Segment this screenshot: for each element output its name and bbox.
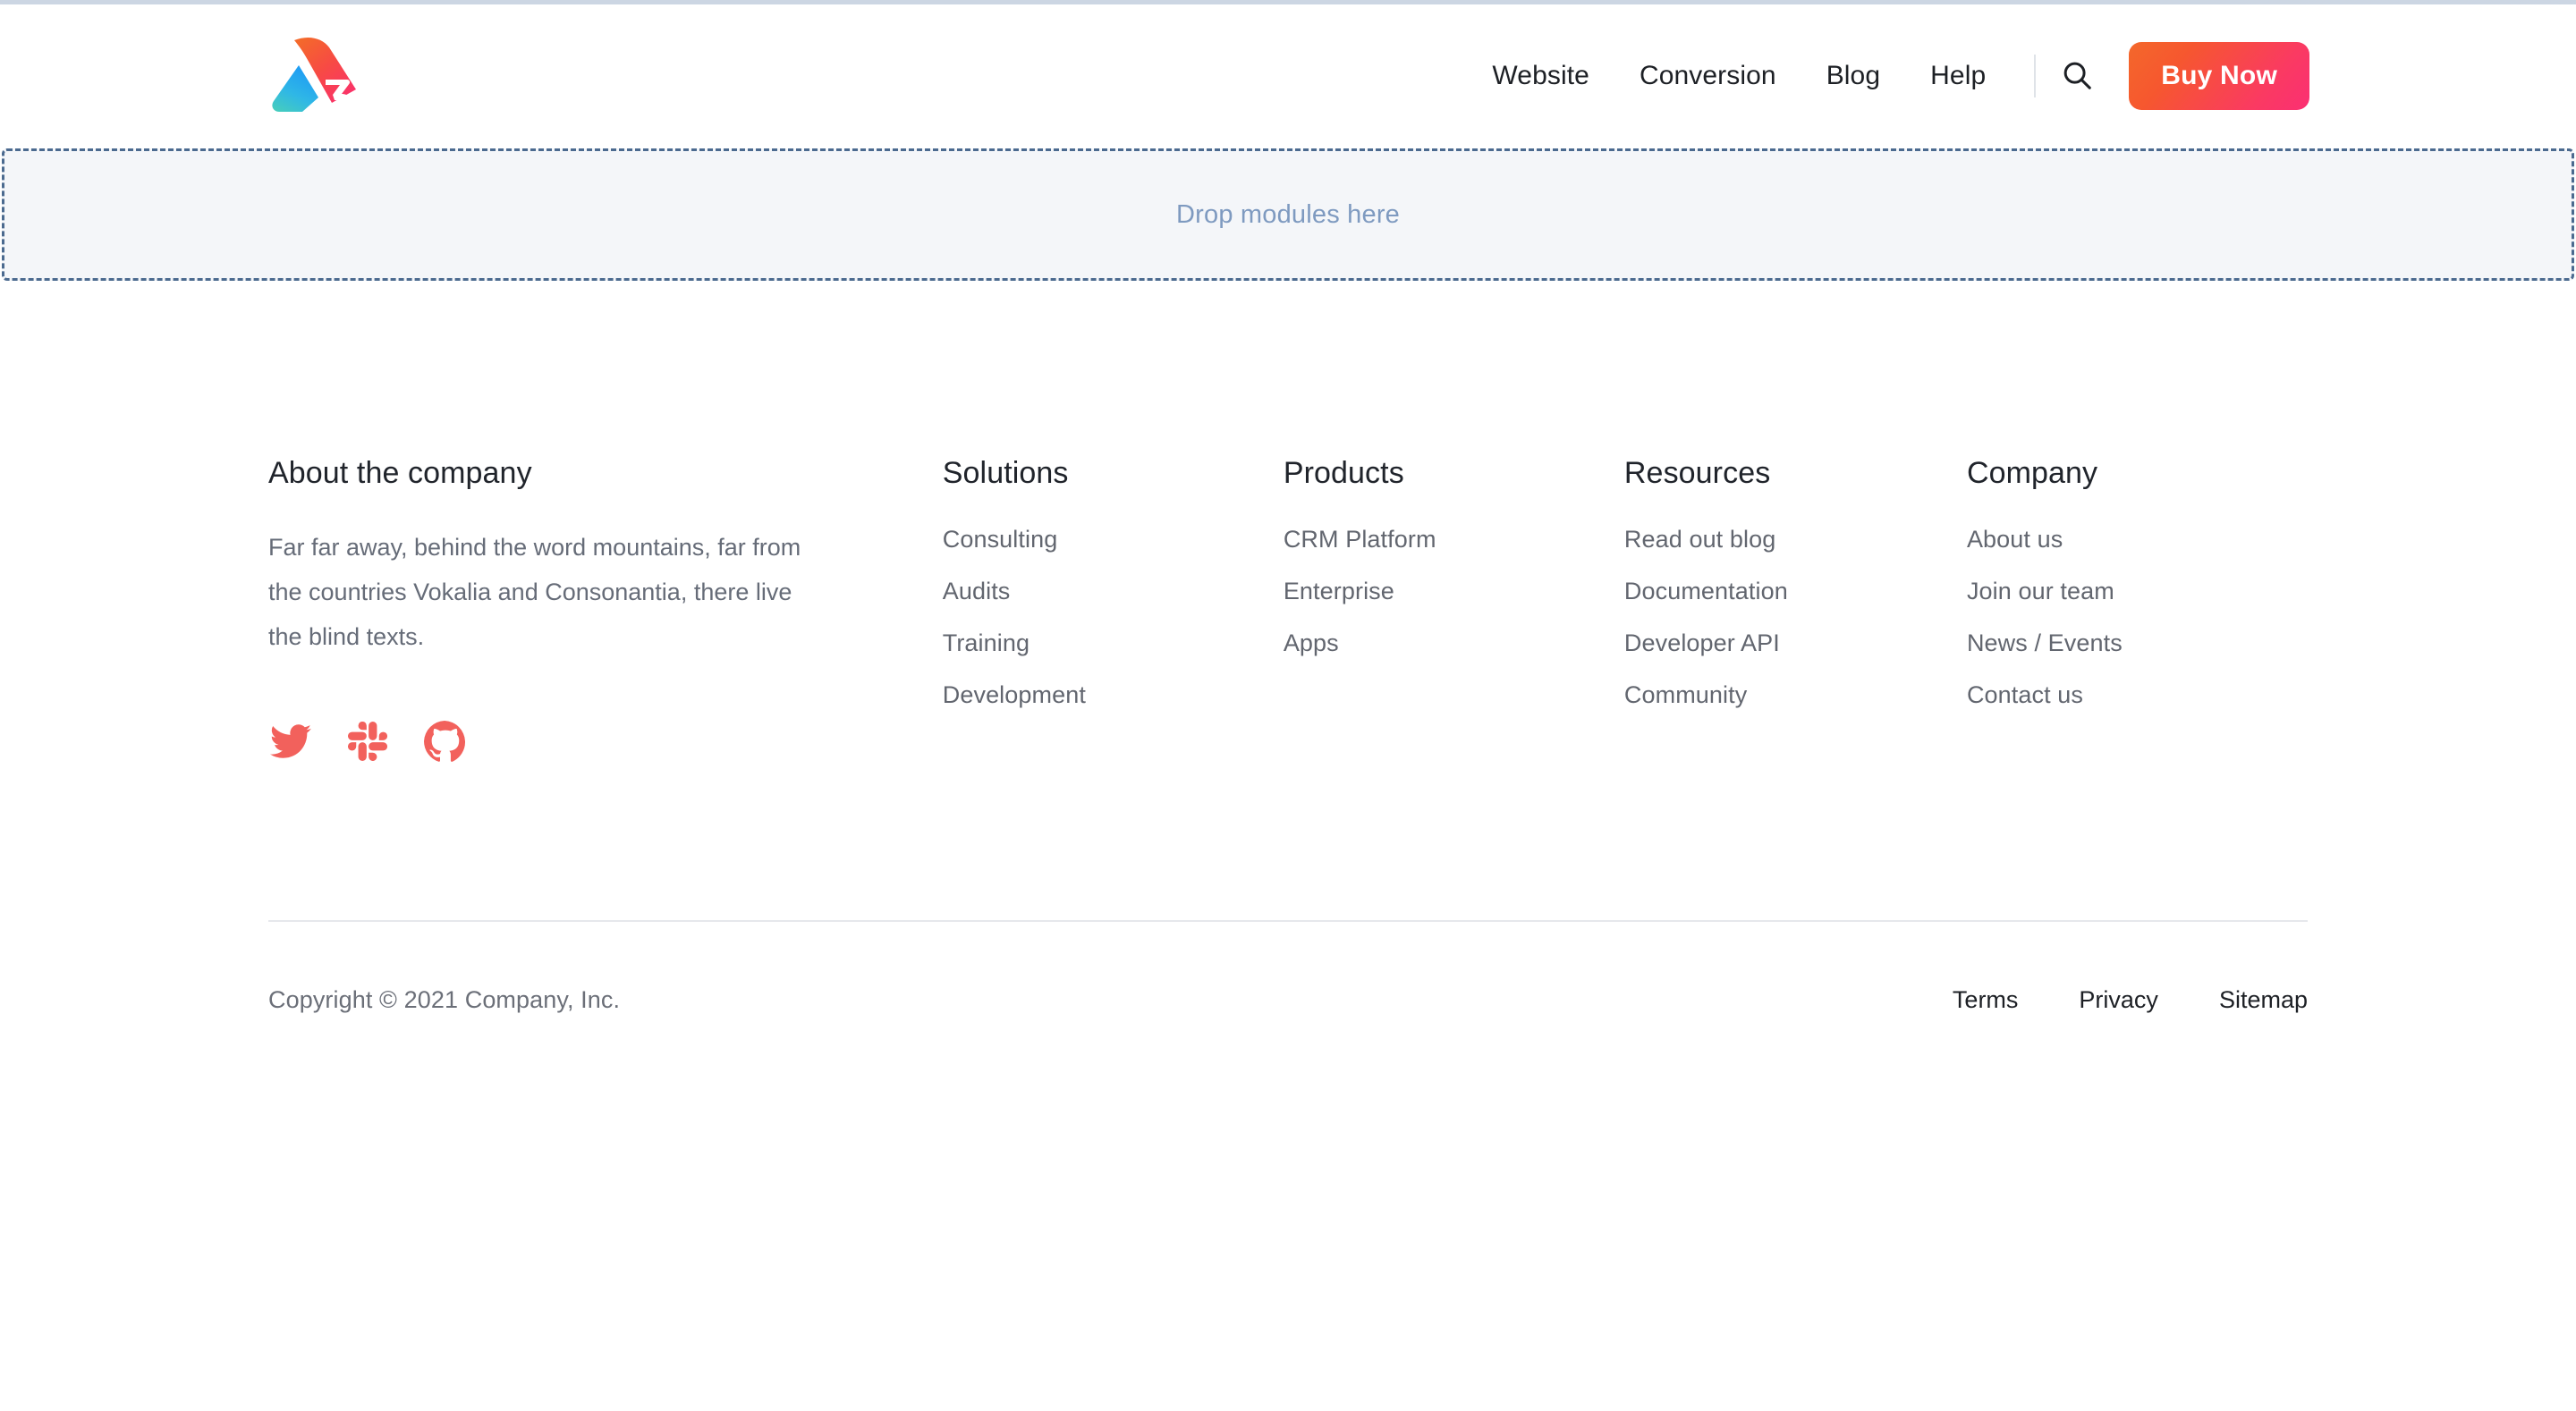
twitter-icon-link[interactable] [268, 719, 313, 764]
dropzone-label: Drop modules here [1175, 199, 1401, 229]
company-link-list: About us Join our team News / Events Con… [1967, 526, 2308, 709]
footer-link-read-out-blog[interactable]: Read out blog [1624, 526, 1775, 553]
list-item: Audits [943, 578, 1284, 605]
footer-link-join-our-team[interactable]: Join our team [1967, 578, 2114, 604]
list-item: CRM Platform [1284, 526, 1624, 553]
social-links [268, 719, 889, 764]
legal-link-terms[interactable]: Terms [1892, 986, 2019, 1014]
footer-link-audits[interactable]: Audits [943, 578, 1011, 604]
footer-link-apps[interactable]: Apps [1284, 629, 1339, 656]
list-item: About us [1967, 526, 2308, 553]
list-item: Documentation [1624, 578, 1967, 605]
footer-column-about: About the company Far far away, behind t… [268, 455, 943, 764]
buy-now-button[interactable]: Buy Now [2129, 42, 2309, 110]
legal-links: Terms Privacy Sitemap [1892, 986, 2308, 1014]
list-item: Enterprise [1284, 578, 1624, 605]
list-item: Apps [1284, 629, 1624, 657]
footer-columns: About the company Far far away, behind t… [268, 281, 2308, 764]
list-item: Consulting [943, 526, 1284, 553]
products-heading: Products [1283, 456, 1404, 490]
a3-logo-icon[interactable] [267, 33, 360, 119]
solutions-link-list: Consulting Audits Training Development [943, 526, 1284, 709]
slack-icon [348, 721, 387, 761]
nav-item-blog[interactable]: Blog [1801, 61, 1905, 91]
solutions-heading: Solutions [942, 456, 1069, 490]
github-icon-link[interactable] [422, 719, 467, 764]
footer-link-contact-us[interactable]: Contact us [1967, 681, 2083, 708]
list-item: Training [943, 629, 1284, 657]
list-item: Developer API [1624, 629, 1967, 657]
footer-bottom-bar: Copyright © 2021 Company, Inc. Terms Pri… [268, 922, 2308, 1014]
site-header: Website Conversion Blog Help Buy Now [0, 4, 2576, 148]
footer-divider [268, 919, 2308, 922]
footer-link-enterprise[interactable]: Enterprise [1284, 578, 1394, 604]
resources-heading: Resources [1623, 456, 1771, 490]
footer-link-community[interactable]: Community [1624, 681, 1747, 708]
copyright-text: Copyright © 2021 Company, Inc. [268, 985, 621, 1013]
footer-column-products: Products CRM Platform Enterprise Apps [1284, 455, 1624, 657]
list-item: News / Events [1967, 629, 2308, 657]
search-icon [2060, 58, 2094, 95]
products-link-list: CRM Platform Enterprise Apps [1284, 526, 1624, 657]
legal-link-sitemap[interactable]: Sitemap [2158, 986, 2308, 1014]
footer-link-development[interactable]: Development [943, 681, 1086, 708]
legal-link-privacy[interactable]: Privacy [2018, 986, 2158, 1014]
list-item: Contact us [1967, 681, 2308, 709]
nav-item-website[interactable]: Website [1467, 61, 1614, 91]
footer-link-news-events[interactable]: News / Events [1967, 629, 2123, 656]
list-item: Development [943, 681, 1284, 709]
nav-item-help[interactable]: Help [1905, 61, 2011, 91]
nav-divider [2034, 55, 2037, 97]
footer-link-about-us[interactable]: About us [1967, 526, 2063, 553]
nav-item-conversion[interactable]: Conversion [1614, 61, 1801, 91]
footer-column-resources: Resources Read out blog Documentation De… [1624, 455, 1967, 709]
footer-link-training[interactable]: Training [943, 629, 1030, 656]
footer-link-documentation[interactable]: Documentation [1624, 578, 1788, 604]
company-heading: Company [1966, 456, 2098, 490]
search-button[interactable] [2052, 51, 2102, 101]
site-footer: About the company Far far away, behind t… [0, 281, 2576, 1014]
list-item: Join our team [1967, 578, 2308, 605]
module-dropzone[interactable]: Drop modules here [2, 148, 2574, 281]
list-item: Read out blog [1624, 526, 1967, 553]
list-item: Community [1624, 681, 1967, 709]
about-heading: About the company [268, 456, 532, 490]
about-body-text: Far far away, behind the word mountains,… [268, 533, 801, 650]
footer-column-solutions: Solutions Consulting Audits Training Dev… [943, 455, 1284, 709]
slack-icon-link[interactable] [345, 719, 390, 764]
footer-link-crm-platform[interactable]: CRM Platform [1284, 526, 1436, 553]
resources-link-list: Read out blog Documentation Developer AP… [1624, 526, 1967, 709]
primary-navigation: Website Conversion Blog Help Buy Now [1467, 4, 2309, 148]
footer-column-company: Company About us Join our team News / Ev… [1967, 455, 2308, 709]
footer-link-developer-api[interactable]: Developer API [1624, 629, 1780, 656]
github-icon [423, 720, 466, 763]
footer-link-consulting[interactable]: Consulting [943, 526, 1058, 553]
twitter-icon [270, 721, 311, 762]
